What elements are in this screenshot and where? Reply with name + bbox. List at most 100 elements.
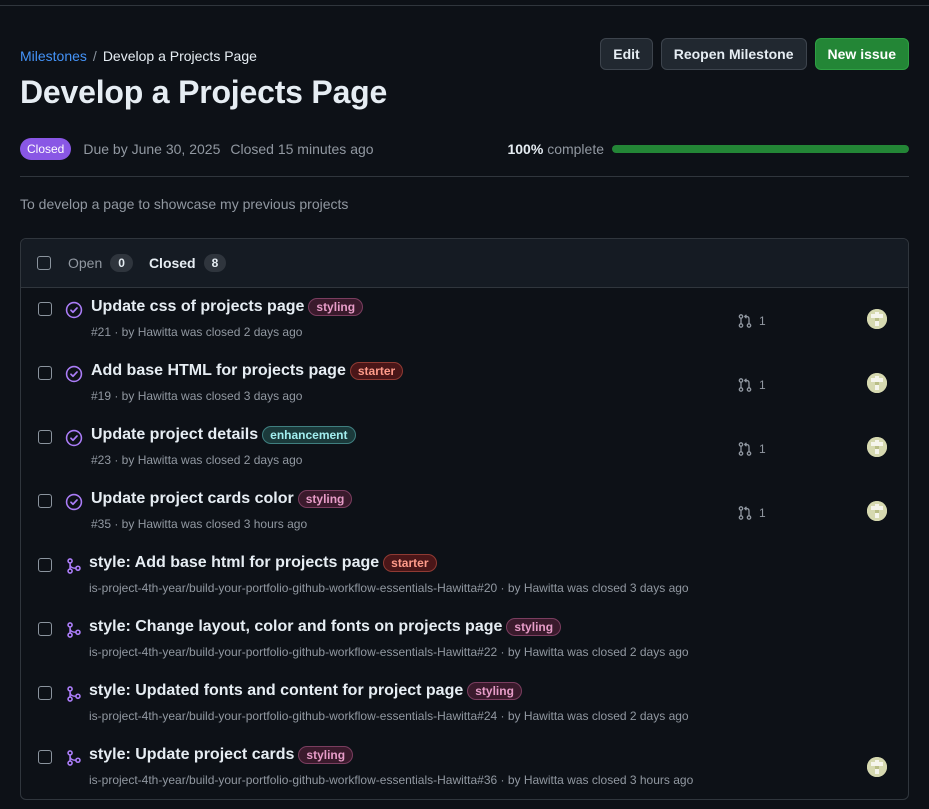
select-all-checkbox[interactable] bbox=[37, 256, 51, 270]
progress-label: 100% complete bbox=[507, 141, 604, 157]
item-title-link[interactable]: Update css of projects page bbox=[91, 298, 304, 316]
row-title-line: Update project cards color styling bbox=[91, 490, 353, 508]
assignee-avatar[interactable] bbox=[867, 501, 887, 521]
pull-request-row: style: Change layout, color and fonts on… bbox=[21, 608, 908, 672]
breadcrumb-current: Develop a Projects Page bbox=[102, 48, 257, 64]
linked-pull-requests[interactable]: 1 bbox=[737, 377, 766, 393]
item-title-link[interactable]: Add base HTML for projects page bbox=[91, 362, 346, 380]
pull-request-merged-icon bbox=[65, 749, 83, 767]
linked-pull-request-count: 1 bbox=[759, 442, 766, 456]
new-issue-button[interactable]: New issue bbox=[814, 38, 909, 70]
tab-closed[interactable]: Closed 8 bbox=[148, 254, 227, 272]
assignee-avatar[interactable] bbox=[867, 757, 887, 777]
item-meta: is-project-4th-year/build-your-portfolio… bbox=[89, 581, 689, 595]
status-badge: Closed bbox=[20, 138, 72, 160]
label-badge[interactable]: styling bbox=[308, 298, 364, 316]
row-title-line: Update css of projects page styling bbox=[91, 298, 364, 316]
list-rows: Update css of projects page styling #21 · … bbox=[21, 288, 908, 799]
item-meta: is-project-4th-year/build-your-portfolio… bbox=[89, 709, 689, 723]
item-title-link[interactable]: style: Update project cards bbox=[89, 746, 294, 764]
label-badge[interactable]: starter bbox=[383, 554, 437, 572]
item-title-link[interactable]: style: Add base html for projects page bbox=[89, 554, 379, 572]
item-title-link[interactable]: style: Updated fonts and content for pro… bbox=[89, 682, 463, 700]
due-date: Due by June 30, 2025 bbox=[83, 141, 221, 157]
item-meta: is-project-4th-year/build-your-portfolio… bbox=[89, 773, 694, 787]
header-actions: Edit Reopen Milestone New issue bbox=[600, 38, 909, 70]
issues-list: Open 0 Closed 8 Update css of projects p… bbox=[20, 238, 909, 800]
row-title-line: style: Change layout, color and fonts on… bbox=[89, 618, 562, 636]
progress-bar bbox=[612, 145, 909, 153]
row-title-line: style: Update project cards styling bbox=[89, 746, 354, 764]
linked-pull-request-icon bbox=[737, 313, 759, 329]
linked-pull-requests[interactable]: 1 bbox=[737, 505, 766, 521]
linked-pull-request-icon bbox=[737, 505, 759, 521]
row-checkbox[interactable] bbox=[38, 494, 52, 508]
breadcrumb-milestones-link[interactable]: Milestones bbox=[20, 48, 87, 64]
linked-pull-request-count: 1 bbox=[759, 314, 766, 328]
row-checkbox[interactable] bbox=[38, 750, 52, 764]
row-title-line: style: Updated fonts and content for pro… bbox=[89, 682, 522, 700]
issue-closed-icon bbox=[65, 493, 83, 511]
progress-percent: 100% bbox=[507, 141, 544, 157]
tab-open[interactable]: Open 0 bbox=[68, 254, 133, 272]
row-title-line: Add base HTML for projects page starter bbox=[91, 362, 404, 380]
list-header: Open 0 Closed 8 bbox=[21, 239, 908, 288]
tab-closed-label: Closed bbox=[148, 255, 196, 271]
row-checkbox[interactable] bbox=[38, 622, 52, 636]
issue-row: Update css of projects page styling #21 · … bbox=[21, 288, 908, 352]
header-divider bbox=[20, 176, 909, 177]
label-badge[interactable]: styling bbox=[297, 490, 353, 508]
row-checkbox[interactable] bbox=[38, 558, 52, 572]
label-badge[interactable]: starter bbox=[349, 362, 404, 380]
linked-pull-requests[interactable]: 1 bbox=[737, 441, 766, 457]
label-badge[interactable]: enhancement bbox=[262, 426, 356, 444]
issue-row: Update project details enhancement #23 · b… bbox=[21, 416, 908, 480]
linked-pull-request-icon bbox=[737, 377, 759, 393]
pull-request-merged-icon bbox=[65, 557, 83, 575]
item-meta: #35 · by Hawitta was closed 3 hours ago bbox=[91, 517, 308, 531]
assignee-avatar[interactable] bbox=[867, 373, 887, 393]
pull-request-row: style: Update project cards styling is-pro… bbox=[21, 736, 908, 799]
item-title-link[interactable]: Update project cards color bbox=[91, 490, 294, 508]
tab-open-count: 0 bbox=[110, 254, 133, 272]
top-divider bbox=[0, 5, 929, 6]
label-badge[interactable]: styling bbox=[506, 618, 562, 636]
breadcrumb-separator: / bbox=[92, 48, 97, 64]
progress-bar-fill bbox=[612, 145, 909, 153]
progress: 100% complete bbox=[507, 141, 909, 157]
linked-pull-request-count: 1 bbox=[759, 506, 766, 520]
row-checkbox[interactable] bbox=[38, 430, 52, 444]
tab-closed-count: 8 bbox=[203, 254, 227, 272]
tab-open-label: Open bbox=[68, 255, 103, 271]
row-checkbox[interactable] bbox=[38, 366, 52, 380]
reopen-milestone-button[interactable]: Reopen Milestone bbox=[660, 38, 807, 70]
item-title-link[interactable]: style: Change layout, color and fonts on… bbox=[89, 618, 502, 636]
issue-row: Update project cards color styling #35 · b… bbox=[21, 480, 908, 544]
row-title-line: Update project details enhancement bbox=[91, 426, 356, 444]
milestone-meta: Closed Due by June 30, 2025 Closed 15 mi… bbox=[20, 137, 384, 161]
item-meta: is-project-4th-year/build-your-portfolio… bbox=[89, 645, 689, 659]
linked-pull-requests[interactable]: 1 bbox=[737, 313, 766, 329]
breadcrumb: Milestones / Develop a Projects Page bbox=[20, 48, 257, 64]
label-badge[interactable]: styling bbox=[467, 682, 522, 700]
row-checkbox[interactable] bbox=[38, 302, 52, 316]
issue-closed-icon bbox=[65, 301, 83, 319]
assignee-avatar[interactable] bbox=[867, 437, 887, 457]
pull-request-row: style: Updated fonts and content for pro… bbox=[21, 672, 908, 736]
progress-complete-text: complete bbox=[547, 141, 604, 157]
closed-time: Closed 15 minutes ago bbox=[230, 141, 374, 157]
pull-request-merged-icon bbox=[65, 685, 83, 703]
page-title: Develop a Projects Page bbox=[20, 74, 388, 110]
milestone-description: To develop a page to showcase my previou… bbox=[20, 196, 349, 212]
pull-request-merged-icon bbox=[65, 621, 83, 639]
linked-pull-request-count: 1 bbox=[759, 378, 766, 392]
assignee-avatar[interactable] bbox=[867, 309, 887, 329]
edit-button[interactable]: Edit bbox=[600, 38, 653, 70]
item-meta: #21 · by Hawitta was closed 2 days ago bbox=[91, 325, 303, 339]
pull-request-row: style: Add base html for projects page st… bbox=[21, 544, 908, 608]
row-title-line: style: Add base html for projects page st… bbox=[89, 554, 437, 572]
item-meta: #23 · by Hawitta was closed 2 days ago bbox=[91, 453, 303, 467]
label-badge[interactable]: styling bbox=[298, 746, 354, 764]
item-title-link[interactable]: Update project details bbox=[91, 426, 258, 444]
row-checkbox[interactable] bbox=[38, 686, 52, 700]
